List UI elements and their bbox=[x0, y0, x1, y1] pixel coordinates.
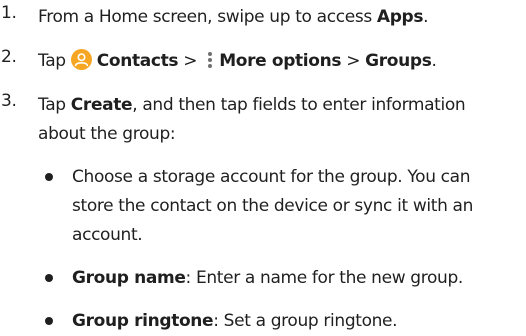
step-1-text: From a Home screen, swipe up to access bbox=[38, 7, 377, 27]
bullet-line: store the contact on the device or sync … bbox=[72, 196, 474, 216]
step-3-text-line-2: about the group: bbox=[38, 124, 176, 144]
separator: > bbox=[178, 51, 203, 71]
more-options-label: More options bbox=[219, 51, 342, 71]
step-text: Tap Contacts > More options > Groups. bbox=[38, 47, 524, 76]
group-name-description: : Enter a name for the new group. bbox=[185, 268, 464, 288]
bullet-dot bbox=[45, 173, 53, 181]
step-number: 3. bbox=[1, 91, 17, 111]
group-ringtone-label: Group ringtone bbox=[72, 311, 214, 331]
create-label: Create bbox=[70, 95, 133, 115]
bullet-text: Choose a storage account for the group. … bbox=[72, 163, 526, 250]
contacts-label: Contacts bbox=[96, 51, 179, 71]
more-options-icon bbox=[206, 50, 214, 70]
contacts-app-icon bbox=[70, 49, 92, 70]
bullet-dot bbox=[45, 274, 53, 282]
step-text: Tap Create, and then tap fields to enter… bbox=[38, 91, 524, 149]
instructions-page: 1. From a Home screen, swipe up to acces… bbox=[0, 0, 526, 333]
bullet-text: Group name: Enter a name for the new gro… bbox=[72, 264, 526, 293]
separator: > bbox=[341, 51, 366, 71]
period: . bbox=[431, 51, 437, 71]
bullet-line: account. bbox=[72, 225, 143, 245]
group-ringtone-description: : Set a group ringtone. bbox=[213, 311, 398, 331]
groups-label: Groups bbox=[365, 51, 432, 71]
tap-word: Tap bbox=[38, 51, 66, 71]
group-name-label: Group name bbox=[72, 268, 186, 288]
step-3-text: Tap bbox=[38, 95, 71, 115]
apps-label: Apps bbox=[376, 7, 424, 27]
step-number: 2. bbox=[1, 47, 17, 67]
step-number: 1. bbox=[1, 3, 17, 23]
bullet-line: Choose a storage account for the group. … bbox=[72, 167, 471, 187]
step-text: From a Home screen, swipe up to access A… bbox=[38, 3, 524, 32]
bullet-text: Group ringtone: Set a group ringtone. bbox=[72, 307, 526, 336]
step-3-text-continued: , and then tap fields to enter informati… bbox=[132, 95, 466, 115]
bullet-dot bbox=[45, 317, 53, 325]
period: . bbox=[423, 7, 429, 27]
